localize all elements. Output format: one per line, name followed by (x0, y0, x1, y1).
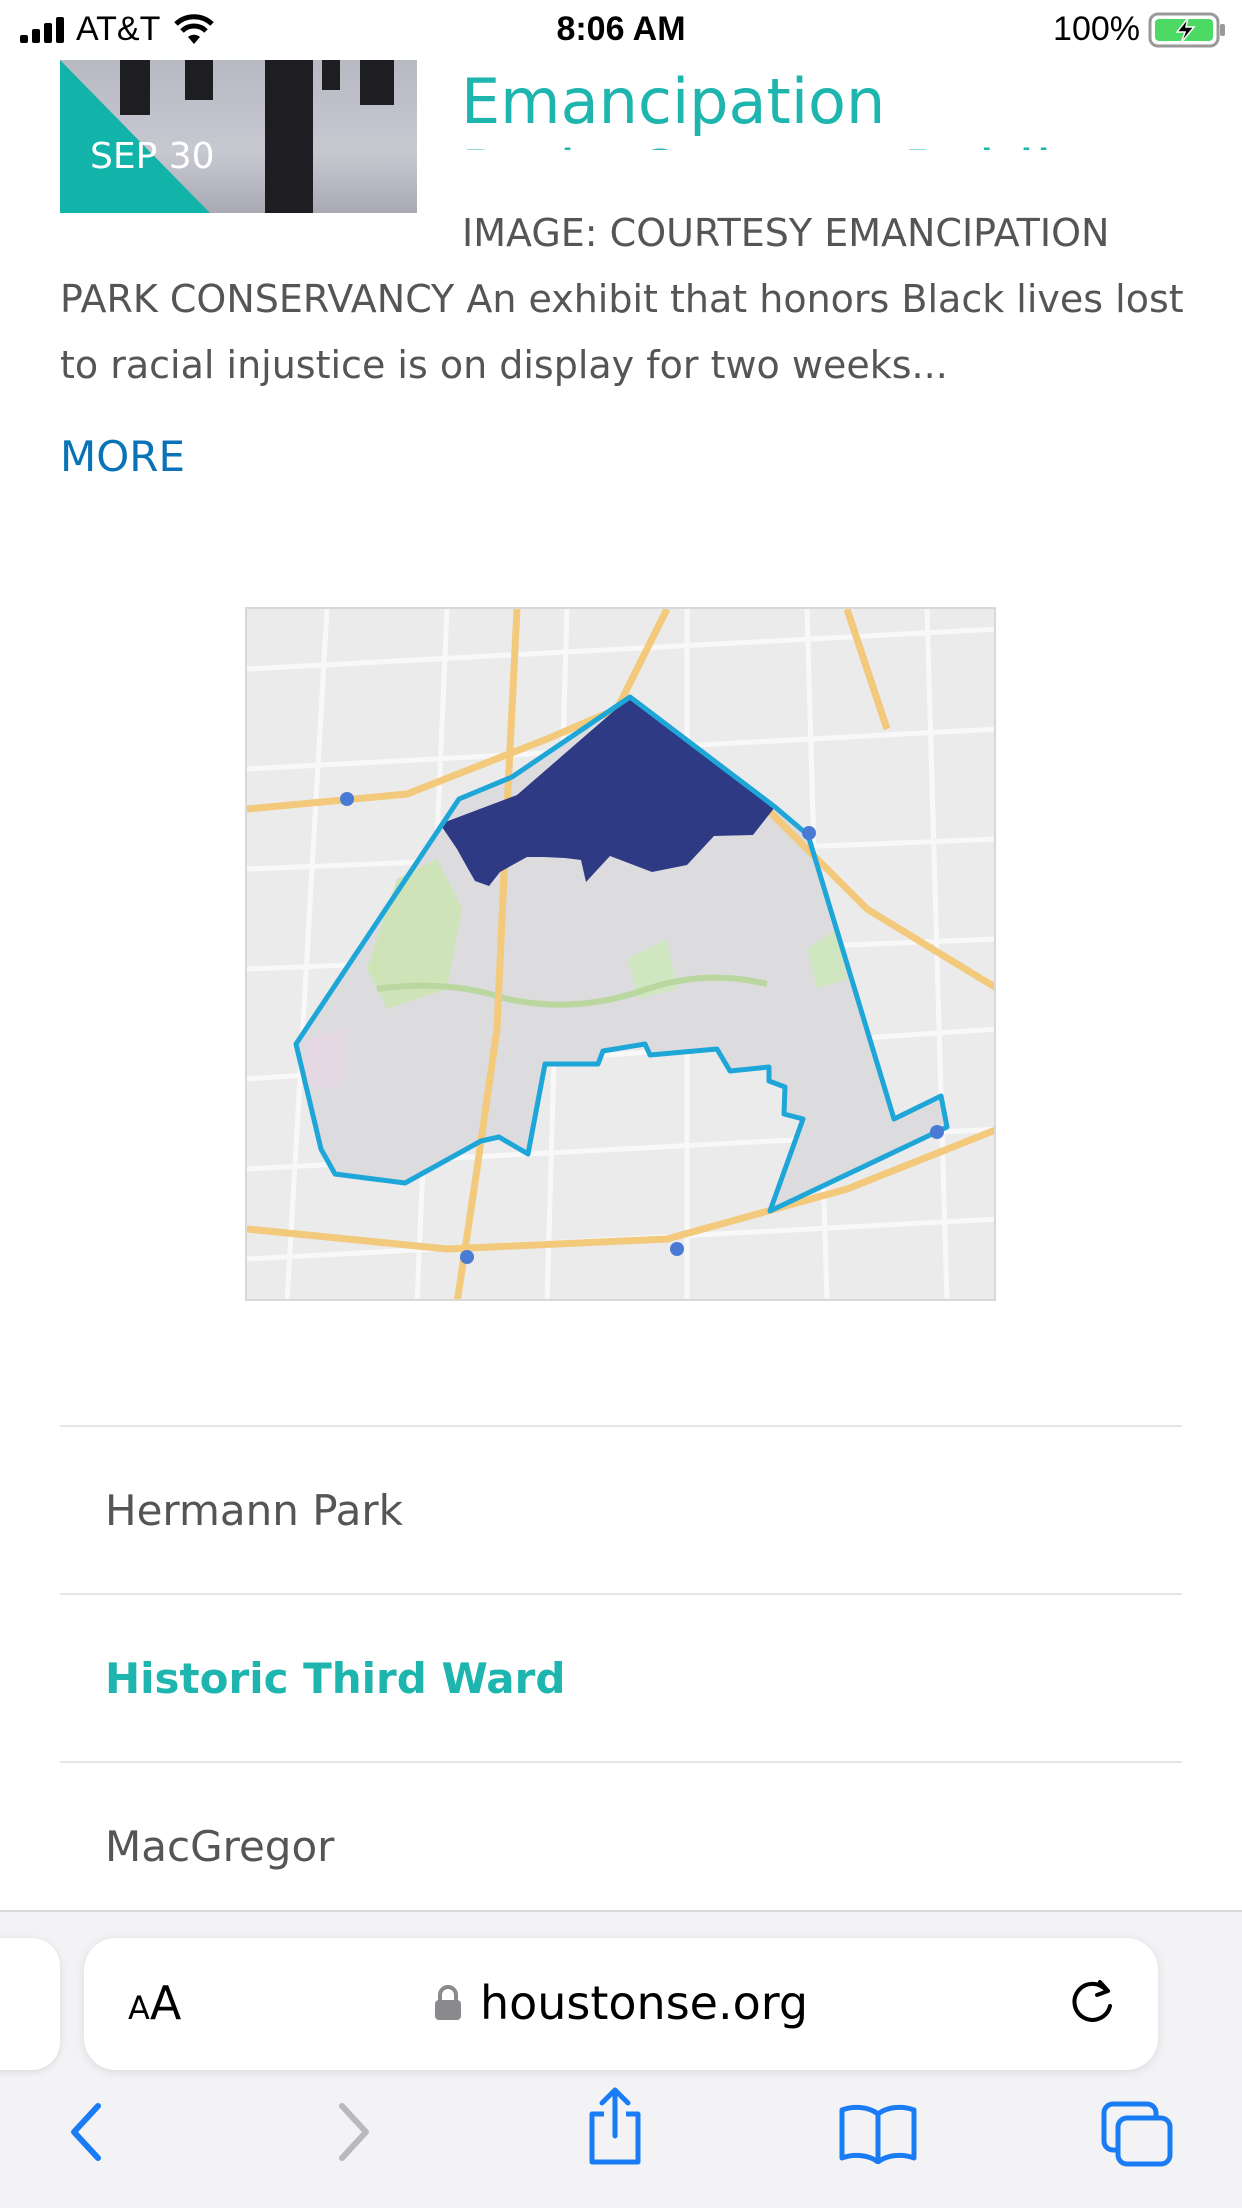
list-item-hermann-park[interactable]: Hermann Park (60, 1425, 1182, 1593)
url-display[interactable]: houstonse.org (84, 1976, 1158, 2030)
thumbnail-image-detail (322, 60, 340, 90)
article-date: SEP 30 (90, 136, 215, 177)
status-right: 100% (1053, 10, 1228, 49)
tabs-icon[interactable] (1100, 2100, 1174, 2168)
thumbnail-image-detail (360, 60, 394, 105)
lock-icon (434, 1985, 461, 2020)
bookmarks-icon[interactable] (838, 2100, 918, 2164)
article-excerpt: IMAGE: COURTESY EMANCIPATION PARK CONSER… (60, 211, 1184, 387)
battery-charging-icon (1148, 12, 1225, 47)
thumbnail-image-detail (265, 60, 313, 213)
share-icon[interactable] (584, 2086, 646, 2166)
previous-tab-card[interactable] (0, 1938, 60, 2070)
forward-icon[interactable] (334, 2100, 374, 2164)
neighborhood-map (245, 607, 996, 1301)
url-text: houstonse.org (479, 1976, 809, 2030)
back-icon[interactable] (66, 2100, 106, 2164)
browser-toolbar (0, 2087, 1242, 2208)
status-bar: AT&T 8:06 AM 100% (0, 0, 1242, 60)
neighborhood-list: Hermann Park Historic Third Ward MacGreg… (60, 1425, 1182, 1929)
reload-icon[interactable] (1066, 1976, 1118, 2028)
list-item-macgregor[interactable]: MacGregor (60, 1761, 1182, 1929)
title-line-2[interactable]: Park: Open to Public (461, 138, 1201, 151)
address-bar[interactable]: AA houstonse.org (84, 1938, 1158, 2070)
browser-bottom-bar: AA houstonse.org (0, 1910, 1242, 2208)
map-graphic (247, 609, 994, 1299)
more-link[interactable]: MORE (60, 432, 185, 481)
article-thumbnail[interactable]: SEP 30 (60, 60, 417, 213)
list-item-historic-third-ward[interactable]: Historic Third Ward (60, 1593, 1182, 1761)
battery-percent: 100% (1053, 10, 1140, 48)
